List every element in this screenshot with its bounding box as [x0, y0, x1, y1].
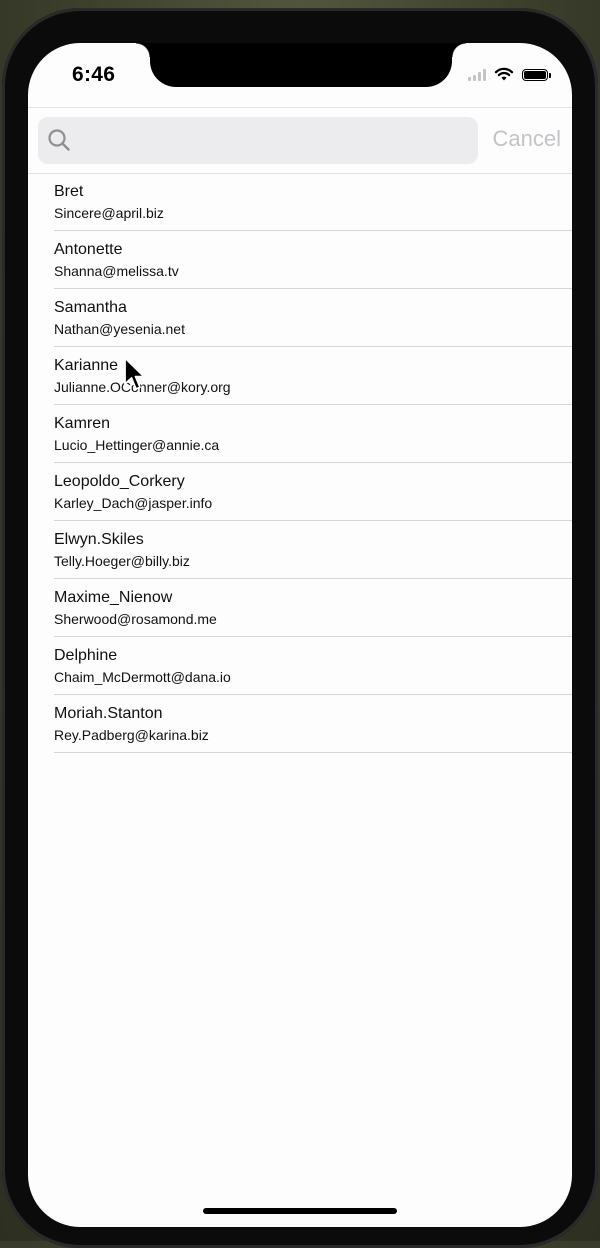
user-name: Samantha — [54, 299, 127, 316]
mouse-pointer-icon — [124, 357, 145, 390]
list-item[interactable]: Moriah.Stanton Rey.Padberg@karina.biz — [54, 695, 572, 753]
user-name: Leopoldo_Corkery — [54, 473, 185, 490]
list-item[interactable]: Maxime_Nienow Sherwood@rosamond.me — [54, 579, 572, 637]
user-email: Rey.Padberg@karina.biz — [54, 727, 209, 743]
list-item[interactable]: Elwyn.Skiles Telly.Hoeger@billy.biz — [54, 521, 572, 579]
user-name: Kamren — [54, 415, 111, 432]
battery-icon — [522, 68, 551, 81]
list-item[interactable]: Leopoldo_Corkery Karley_Dach@jasper.info — [54, 463, 572, 521]
search-field[interactable] — [38, 117, 478, 166]
cancel-button[interactable]: Cancel — [493, 126, 561, 152]
user-email: Sherwood@rosamond.me — [54, 611, 217, 627]
list-item[interactable]: Antonette Shanna@melissa.tv — [54, 231, 572, 289]
list-item[interactable]: Bret Sincere@april.biz — [54, 173, 572, 231]
cellular-signal-icon — [468, 68, 486, 81]
user-name: Bret — [54, 183, 84, 200]
user-email: Shanna@melissa.tv — [54, 263, 179, 279]
user-name: Delphine — [54, 647, 118, 664]
user-email: Telly.Hoeger@billy.biz — [54, 553, 190, 569]
user-email: Sincere@april.biz — [54, 205, 164, 221]
user-name: Maxime_Nienow — [54, 589, 173, 606]
user-name: Moriah.Stanton — [54, 705, 163, 722]
user-name: Karianne — [54, 357, 119, 374]
list-item[interactable]: Samantha Nathan@yesenia.net — [54, 289, 572, 347]
user-email: Karley_Dach@jasper.info — [54, 495, 213, 511]
user-email: Chaim_McDermott@dana.io — [54, 669, 231, 685]
user-name: Elwyn.Skiles — [54, 531, 144, 548]
user-name: Antonette — [54, 241, 123, 258]
list-item[interactable]: Kamren Lucio_Hettinger@annie.ca — [54, 405, 572, 463]
user-email: Lucio_Hettinger@annie.ca — [54, 437, 220, 453]
search-icon — [48, 129, 70, 151]
user-email: Nathan@yesenia.net — [54, 321, 185, 337]
search-input[interactable] — [82, 117, 466, 166]
status-time: 6:46 — [72, 63, 116, 86]
notch — [136, 43, 466, 87]
status-icons — [468, 67, 551, 82]
wifi-icon — [494, 67, 514, 81]
list-item[interactable]: Delphine Chaim_McDermott@dana.io — [54, 637, 572, 695]
user-list: Bret Sincere@april.biz Antonette Shanna@… — [28, 173, 572, 753]
home-indicator[interactable] — [203, 1208, 397, 1214]
search-bar: Cancel — [28, 107, 572, 174]
phone-screen: 6:46 Cancel Bret Sincere@april.biz Anton… — [28, 43, 572, 1227]
